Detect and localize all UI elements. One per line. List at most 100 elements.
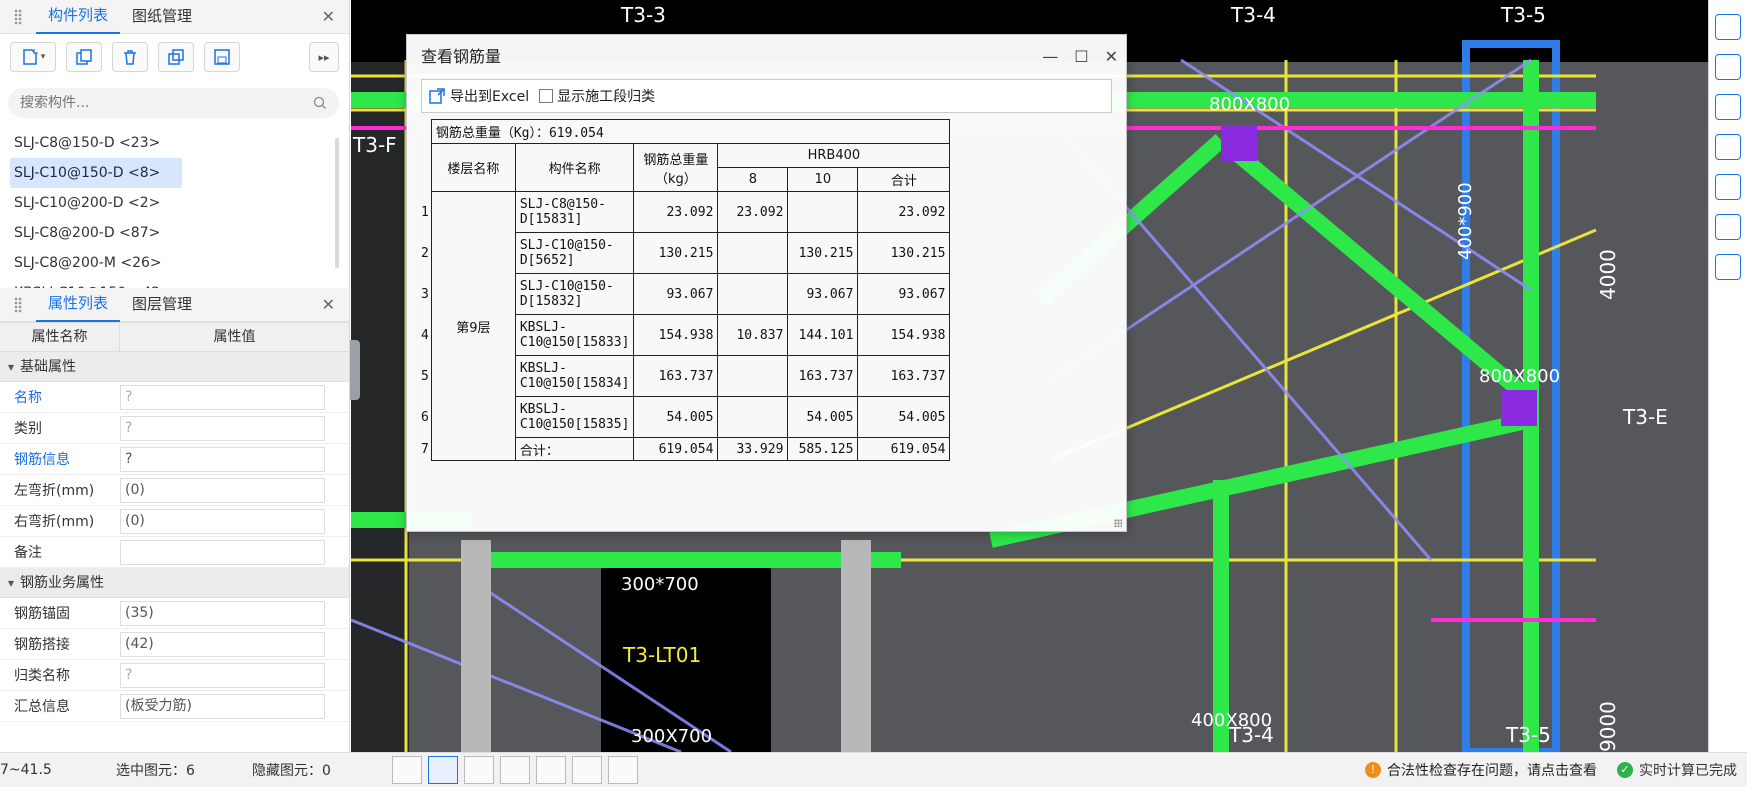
- report-icon[interactable]: [1715, 254, 1741, 280]
- right-toolbar: [1708, 0, 1747, 752]
- layer-view-icon[interactable]: [1715, 214, 1741, 240]
- property-row: 类别?: [0, 413, 349, 444]
- row-number: 5: [421, 368, 429, 384]
- panel-collapse-handle[interactable]: [350, 340, 360, 400]
- display-icon[interactable]: [572, 756, 602, 784]
- drag-grip-icon[interactable]: [14, 296, 22, 313]
- rebar-quantity-table: 钢筋总重量（Kg）：619.054 楼层名称 构件名称 钢筋总重量（kg） HR…: [421, 119, 951, 461]
- tab-drawing-management[interactable]: 图纸管理: [120, 0, 204, 33]
- minimize-icon[interactable]: —: [1042, 35, 1058, 79]
- list-item[interactable]: SLJ-C8@200-D <87>: [0, 218, 176, 248]
- resize-grip-icon[interactable]: [1114, 519, 1122, 527]
- list-item[interactable]: SLJ-C10@200-D <2>: [0, 188, 176, 218]
- property-name: 归类名称: [14, 668, 70, 684]
- tab-component-list[interactable]: 构件列表: [36, 0, 121, 34]
- check-icon: ✓: [1617, 762, 1633, 778]
- property-tabbar: 属性列表 图层管理 ✕: [0, 288, 349, 322]
- d10-cell: 144.101: [787, 314, 859, 356]
- row-number: 2: [421, 245, 429, 261]
- orthogonal-icon[interactable]: [392, 756, 422, 784]
- table-row: 1 第9层 SLJ-C8@150-D[15831] 23.092 23.092 …: [421, 191, 951, 461]
- group-rebar-business-properties[interactable]: 钢筋业务属性: [0, 568, 349, 598]
- property-value[interactable]: ?: [120, 446, 325, 472]
- angle-icon[interactable]: [500, 756, 530, 784]
- sum-cell: 619.054: [857, 437, 951, 461]
- total-cell: 163.737: [633, 355, 719, 397]
- property-row: 右弯折(mm) (0): [0, 506, 349, 537]
- list-item[interactable]: SLJ-C8@150-D <23>: [0, 128, 176, 158]
- scrollbar[interactable]: [335, 138, 339, 268]
- validation-warning[interactable]: ! 合法性检查存在问题，请点击查看: [1365, 760, 1597, 780]
- delete-button[interactable]: [112, 42, 148, 72]
- beam-label: 300*700: [621, 574, 699, 595]
- layer-copy-button[interactable]: [158, 42, 194, 72]
- property-row: 汇总信息 (板受力筋): [0, 691, 349, 722]
- property-row: 钢筋信息?: [0, 444, 349, 475]
- drag-grip-icon[interactable]: [14, 8, 22, 25]
- warning-text: 合法性检查存在问题，请点击查看: [1387, 763, 1597, 779]
- dialog-title-bar[interactable]: 查看钢筋量 — ☐ ✕: [407, 35, 1126, 79]
- row-number: 7: [421, 441, 429, 457]
- column-header-value: 属性值: [213, 329, 256, 345]
- copy-button[interactable]: [66, 42, 102, 72]
- checkbox-box[interactable]: [539, 89, 554, 103]
- search-icon[interactable]: [313, 96, 327, 110]
- d10-cell: 93.067: [787, 273, 859, 315]
- property-value[interactable]: (0): [120, 477, 325, 503]
- hidden-count: 隐藏图元：0: [252, 763, 331, 779]
- cube-icon[interactable]: [1715, 94, 1741, 120]
- show-construction-section-checkbox[interactable]: 显示施工段归类: [539, 86, 655, 106]
- search-box: [8, 88, 339, 118]
- cube-solid-icon[interactable]: [1715, 134, 1741, 160]
- list-item-selected[interactable]: SLJ-C10@150-D <8>: [10, 158, 182, 188]
- property-name: 钢筋搭接: [14, 637, 70, 653]
- expand-icon[interactable]: [644, 756, 674, 784]
- property-value[interactable]: ?: [120, 662, 325, 688]
- cross-icon[interactable]: [464, 756, 494, 784]
- axis-label-t3-4: T3-4: [1230, 3, 1276, 27]
- search-input[interactable]: [20, 95, 313, 111]
- sum-cell: 23.092: [857, 191, 951, 233]
- close-icon[interactable]: ✕: [322, 295, 335, 314]
- view-icon[interactable]: [1715, 14, 1741, 40]
- sum-cell: 54.005: [857, 396, 951, 438]
- group-basic-properties[interactable]: 基础属性: [0, 352, 349, 382]
- property-value[interactable]: ?: [120, 415, 325, 441]
- total-weight-cell: 钢筋总重量（Kg）：619.054: [430, 119, 951, 144]
- app-window: 构件列表 图纸管理 ✕ ▾ ▸▸ SLJ-C8@150-D <23> SLJ-C…: [0, 0, 1747, 787]
- row-number: 1: [421, 204, 429, 220]
- save-button[interactable]: [204, 42, 240, 72]
- fit-view-icon[interactable]: [1715, 174, 1741, 200]
- new-file-icon: [22, 49, 38, 65]
- new-component-button[interactable]: ▾: [10, 42, 56, 72]
- snap-select-icon[interactable]: [428, 756, 458, 784]
- property-row: 名称?: [0, 382, 349, 413]
- property-value[interactable]: (35): [120, 600, 325, 626]
- list-item[interactable]: SLJ-C8@200-M <26>: [0, 248, 176, 278]
- property-name: 右弯折(mm): [14, 514, 95, 530]
- property-value[interactable]: (0): [120, 508, 325, 534]
- maximize-icon[interactable]: ☐: [1074, 35, 1088, 79]
- d10-cell: 585.125: [787, 437, 859, 461]
- property-value[interactable]: [120, 539, 325, 565]
- axis-label-t3-3: T3-3: [620, 3, 666, 27]
- dimension-icon[interactable]: [536, 756, 566, 784]
- property-name: 钢筋信息: [14, 452, 70, 468]
- tab-property-list[interactable]: 属性列表: [36, 287, 121, 322]
- component-name-cell: KBSLJ-C10@150[15835]: [514, 396, 635, 438]
- total-cell: 154.938: [633, 314, 719, 356]
- property-value[interactable]: (板受力筋): [120, 693, 325, 719]
- property-value[interactable]: (42): [120, 631, 325, 657]
- close-icon[interactable]: ✕: [1105, 35, 1118, 79]
- more-button[interactable]: ▸▸: [309, 42, 339, 72]
- trash-icon: [124, 50, 136, 65]
- property-value[interactable]: ?: [120, 384, 325, 410]
- 3d-view-icon[interactable]: [1715, 54, 1741, 80]
- curve-icon[interactable]: [608, 756, 638, 784]
- export-excel-button[interactable]: 导出到Excel: [428, 86, 529, 106]
- rebar-quantity-dialog: 查看钢筋量 — ☐ ✕ 导出到Excel 显示施工段归类 钢筋总重量（Kg）：6…: [406, 34, 1127, 532]
- tab-layer-management[interactable]: 图层管理: [120, 288, 204, 321]
- column-header-component: 构件名称: [514, 143, 635, 192]
- close-icon[interactable]: ✕: [322, 7, 335, 26]
- dialog-title: 查看钢筋量: [421, 47, 502, 66]
